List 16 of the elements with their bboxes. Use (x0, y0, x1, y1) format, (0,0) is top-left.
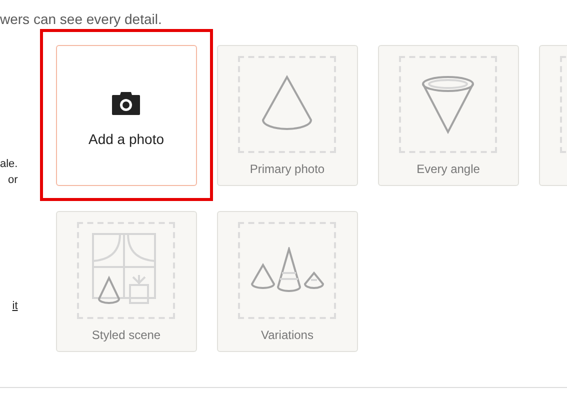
slot-label: Styled scene (92, 327, 161, 344)
help-text: or (8, 173, 18, 188)
camera-icon (112, 92, 140, 114)
text-link[interactable]: it (12, 298, 18, 314)
photo-slot[interactable]: Every angle (378, 45, 519, 186)
slot-label: Primary photo (250, 161, 325, 178)
intro-text: wers can see every detail. (0, 10, 163, 29)
add-photo-button[interactable]: Add a photo (56, 45, 197, 186)
photo-slot[interactable]: Styled scene (56, 211, 197, 352)
photo-slot[interactable]: Primary photo (216, 45, 358, 186)
inverted-cone-icon (420, 74, 476, 134)
slot-label: Variations (261, 327, 314, 344)
cones-icon (249, 246, 326, 294)
photo-slot[interactable]: Variations (216, 211, 358, 352)
help-text: ale. (0, 157, 18, 172)
slot-label: Every angle (416, 161, 480, 178)
